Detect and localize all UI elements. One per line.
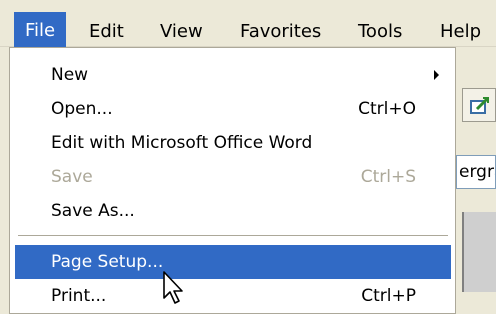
menu-item-label: Open...: [51, 99, 113, 119]
menu-item-label: Print...: [51, 286, 107, 306]
menu-item-save-as[interactable]: Save As...: [15, 194, 451, 228]
menu-item-shortcut: Ctrl+S: [360, 167, 416, 187]
mouse-cursor-icon: [162, 270, 184, 310]
menu-help[interactable]: Help: [440, 15, 481, 49]
submenu-arrow-icon: [434, 70, 439, 80]
address-bar-fragment[interactable]: ergra: [456, 155, 496, 189]
menu-tools[interactable]: Tools: [358, 15, 402, 49]
menu-item-shortcut: Ctrl+P: [361, 286, 416, 306]
menu-item-new[interactable]: New: [15, 58, 451, 92]
menu-separator: [18, 235, 448, 236]
toolbar-button[interactable]: [462, 88, 496, 122]
menu-favorites[interactable]: Favorites: [240, 15, 321, 49]
menu-edit[interactable]: Edit: [89, 15, 124, 49]
file-menu-dropdown: New Open... Ctrl+O Edit with Microsoft O…: [9, 47, 456, 314]
menu-bar: File Edit View Favorites Tools Help: [0, 0, 496, 49]
menu-item-label: Save As...: [51, 201, 135, 221]
menu-item-save[interactable]: Save Ctrl+S: [15, 160, 451, 194]
content-area-fragment: [462, 212, 496, 292]
menu-item-label: New: [51, 65, 89, 85]
menu-item-print[interactable]: Print... Ctrl+P: [15, 279, 451, 313]
menu-item-open[interactable]: Open... Ctrl+O: [15, 92, 451, 126]
menu-file[interactable]: File: [14, 12, 66, 49]
menu-item-edit-with-word[interactable]: Edit with Microsoft Office Word: [15, 126, 451, 160]
menu-view[interactable]: View: [160, 15, 203, 49]
window-left-edge: [0, 48, 8, 314]
menu-item-label: Edit with Microsoft Office Word: [51, 133, 313, 153]
menu-item-label: Save: [51, 167, 93, 187]
menu-item-page-setup[interactable]: Page Setup...: [15, 245, 451, 279]
menu-item-shortcut: Ctrl+O: [358, 99, 416, 119]
menu-item-label: Page Setup...: [51, 252, 164, 272]
